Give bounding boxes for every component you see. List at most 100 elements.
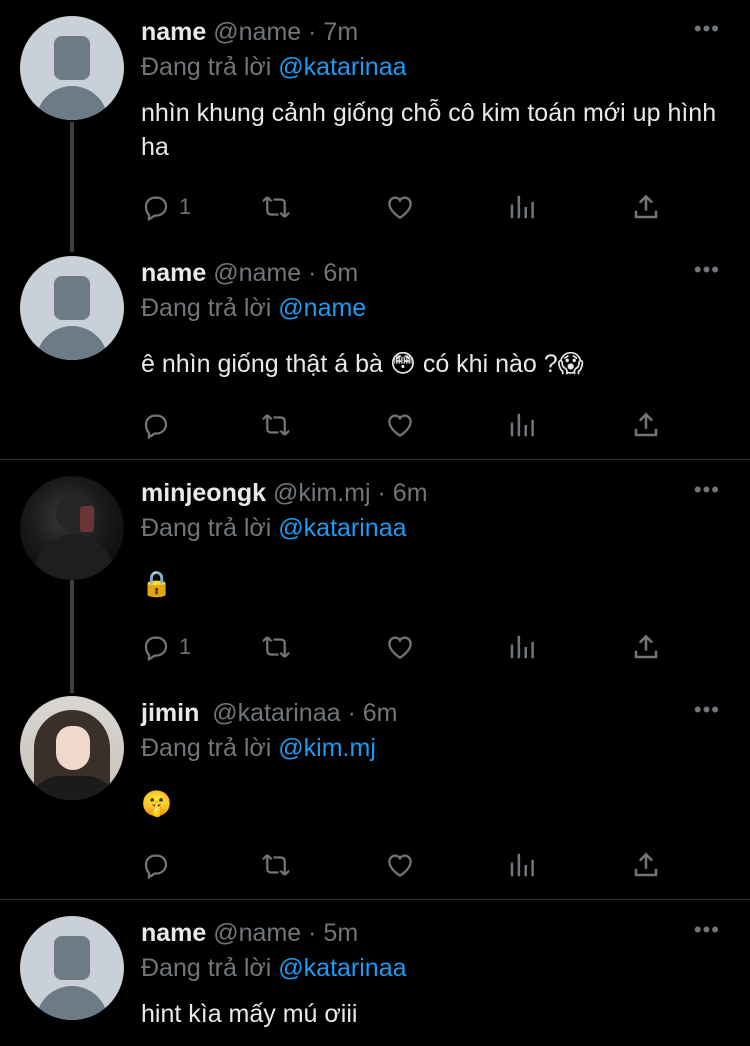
more-options-icon[interactable]: •••: [694, 16, 720, 42]
views-button[interactable]: [507, 190, 537, 224]
replying-to-label: Đang trả lời: [141, 514, 272, 542]
mention-link[interactable]: @katarinaa: [278, 53, 406, 81]
views-icon: [510, 853, 534, 877]
separator: ·: [347, 699, 356, 727]
tweet[interactable]: jimin @katarinaa · 6m ••• Đang trả lời @…: [0, 680, 750, 896]
share-button[interactable]: [631, 190, 661, 224]
display-name[interactable]: name: [141, 919, 206, 947]
tweet[interactable]: name @name · 7m ••• Đang trả lời @katari…: [0, 0, 750, 240]
tweet-actions: [141, 408, 721, 442]
mention-link[interactable]: @katarinaa: [278, 954, 406, 982]
views-icon: [510, 635, 534, 659]
share-icon: [634, 852, 658, 877]
avatar[interactable]: [20, 16, 124, 120]
more-options-icon[interactable]: •••: [694, 477, 720, 503]
tweet-text: ê nhìn giống thật á bà 😳 có khi nào ?😱: [141, 350, 584, 378]
like-button[interactable]: [385, 630, 415, 664]
reply-icon: [144, 196, 168, 222]
replying-to-label: Đang trả lời: [141, 294, 272, 322]
replying-to: Đang trả lời @katarinaa: [141, 512, 407, 544]
views-button[interactable]: [507, 408, 537, 442]
user-handle[interactable]: @name: [213, 919, 301, 947]
like-button[interactable]: [385, 190, 415, 224]
display-name[interactable]: name: [141, 259, 206, 287]
share-button[interactable]: [631, 848, 661, 882]
replying-to: Đang trả lời @katarinaa: [141, 51, 407, 83]
retweet-button[interactable]: [261, 408, 291, 442]
tweet-actions: [141, 848, 721, 882]
like-button[interactable]: [385, 408, 415, 442]
share-icon: [634, 412, 658, 437]
share-button[interactable]: [631, 630, 661, 664]
tweet-text: 🔒: [141, 570, 173, 598]
separator: ·: [308, 259, 317, 287]
views-button[interactable]: [507, 630, 537, 664]
tweet-text: hint kìa mấy mú ơiii: [141, 1000, 358, 1028]
heart-icon: [388, 854, 412, 877]
retweet-icon: [262, 636, 290, 658]
avatar[interactable]: [20, 916, 124, 1020]
mention-link[interactable]: @kim.mj: [278, 734, 376, 762]
timestamp[interactable]: 6m: [393, 479, 428, 507]
tweet-text: nhìn khung cảnh giống chỗ cô kim toán mớ…: [141, 99, 717, 161]
views-button[interactable]: [507, 848, 537, 882]
tweet[interactable]: name @name · 5m ••• Đang trả lời @katari…: [0, 900, 750, 1046]
avatar[interactable]: [20, 476, 124, 580]
heart-icon: [388, 636, 412, 659]
heart-icon: [388, 414, 412, 437]
reply-icon: [144, 636, 168, 662]
separator: ·: [308, 919, 317, 947]
tweet-header: minjeongk @kim.mj · 6m: [141, 477, 428, 509]
tweet[interactable]: name @name · 6m ••• Đang trả lời @name ê…: [0, 242, 750, 458]
tweet-header: name @name · 7m: [141, 16, 358, 48]
retweet-icon: [262, 196, 290, 218]
tweet-actions: 1: [141, 190, 721, 224]
reply-button[interactable]: 1: [141, 630, 191, 664]
mention-link[interactable]: @katarinaa: [278, 514, 406, 542]
reply-count: 1: [179, 634, 192, 659]
reply-button[interactable]: [141, 848, 179, 882]
share-button[interactable]: [631, 408, 661, 442]
user-handle[interactable]: @kim.mj: [273, 479, 371, 507]
display-name[interactable]: minjeongk: [141, 479, 266, 507]
timestamp[interactable]: 7m: [323, 18, 358, 46]
avatar[interactable]: [20, 696, 124, 800]
more-options-icon[interactable]: •••: [694, 697, 720, 723]
more-options-icon[interactable]: •••: [694, 257, 720, 283]
display-name[interactable]: jimin: [141, 699, 199, 727]
heart-icon: [388, 196, 412, 219]
replying-to-label: Đang trả lời: [141, 53, 272, 81]
mention-link[interactable]: @name: [278, 294, 366, 322]
retweet-button[interactable]: [261, 190, 291, 224]
views-icon: [510, 413, 534, 437]
reply-button[interactable]: 1: [141, 190, 191, 224]
replying-to: Đang trả lời @kim.mj: [141, 732, 376, 764]
user-handle[interactable]: @katarinaa: [212, 699, 340, 727]
like-button[interactable]: [385, 848, 415, 882]
reply-count: 1: [179, 194, 192, 219]
share-icon: [634, 194, 658, 219]
avatar[interactable]: [20, 256, 124, 360]
timestamp[interactable]: 6m: [363, 699, 398, 727]
share-icon: [634, 634, 658, 659]
retweet-icon: [262, 414, 290, 436]
reply-button[interactable]: [141, 408, 179, 442]
views-icon: [510, 195, 534, 219]
tweet-header: name @name · 5m: [141, 917, 358, 949]
retweet-button[interactable]: [261, 848, 291, 882]
retweet-button[interactable]: [261, 630, 291, 664]
timestamp[interactable]: 6m: [323, 259, 358, 287]
separator: ·: [308, 18, 317, 46]
timestamp[interactable]: 5m: [323, 919, 358, 947]
reply-icon: [144, 414, 168, 440]
more-options-icon[interactable]: •••: [694, 917, 720, 943]
replying-to: Đang trả lời @katarinaa: [141, 952, 407, 984]
display-name[interactable]: name: [141, 18, 206, 46]
tweet[interactable]: minjeongk @kim.mj · 6m ••• Đang trả lời …: [0, 460, 750, 680]
tweet-header: name @name · 6m: [141, 257, 358, 289]
tweet-text: 🤫: [141, 790, 173, 818]
replying-to-label: Đang trả lời: [141, 954, 272, 982]
user-handle[interactable]: @name: [213, 259, 301, 287]
user-handle[interactable]: @name: [213, 18, 301, 46]
reply-icon: [144, 854, 168, 880]
